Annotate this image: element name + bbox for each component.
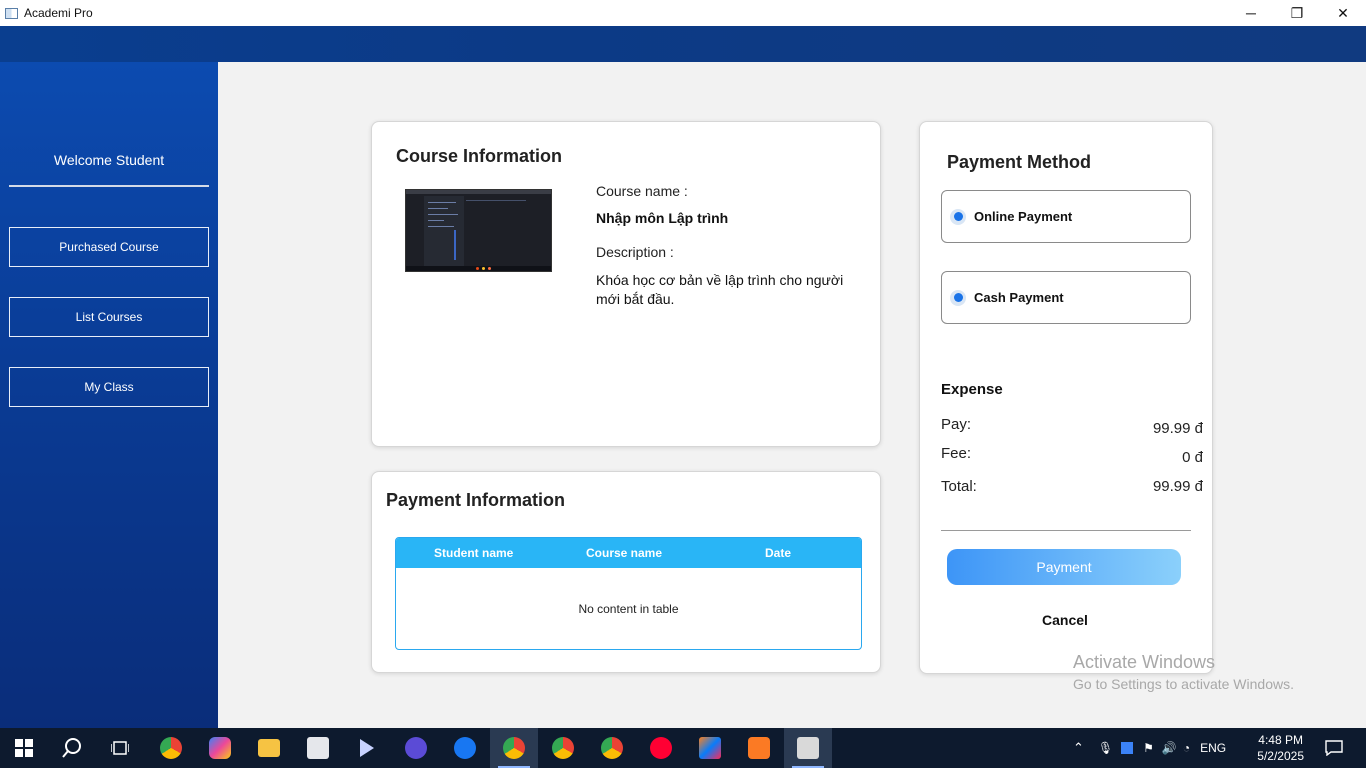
total-label: Total: [941,478,977,495]
xampp-icon [748,737,770,759]
messenger-icon [454,737,476,759]
sidebar-item-list-courses[interactable]: List Courses [9,297,209,337]
task-view-button[interactable] [96,728,144,768]
cash-payment-option[interactable]: Cash Payment [941,271,1191,324]
java-app-icon [797,737,819,759]
app-tray-icon[interactable] [1121,742,1134,754]
payment-table: Student name Course name Date No content… [395,537,862,650]
course-thumbnail [405,189,552,272]
online-payment-radio[interactable] [950,208,966,225]
taskbar-app-4[interactable] [294,728,342,768]
table-header: Student name Course name Date [396,538,861,568]
language-indicator[interactable]: ENG [1200,741,1226,755]
table-empty-message: No content in table [578,602,679,616]
windows-icon [15,739,33,757]
fee-label: Fee: [941,445,972,462]
online-payment-label: Online Payment [974,209,1073,224]
header-band [0,26,1366,62]
course-info-title: Course Information [396,146,563,166]
title-bar: Academi Pro ─ ❐ ✕ [0,0,1366,26]
taskbar-youtube-music[interactable] [637,728,685,768]
minimize-button[interactable]: ─ [1228,0,1274,26]
chrome-icon [503,737,525,759]
taskbar: ⌃ 🎙 ⚑ 🔊 ◔ ENG 4:48 PM 5/2/2025 [0,728,1366,768]
network-icon[interactable]: ⚑ [1143,741,1154,755]
online-payment-option[interactable]: Online Payment [941,190,1191,243]
clock-date: 5/2/2025 [1257,749,1304,763]
taskbar-media-player[interactable] [392,728,440,768]
app-grid-icon [307,737,329,759]
fee-value: 0 đ [1182,449,1203,466]
taskbar-xampp[interactable] [735,728,783,768]
taskbar-app-5[interactable] [343,728,391,768]
cash-payment-label: Cash Payment [974,290,1064,305]
column-date[interactable]: Date [765,546,791,560]
chevron-up-icon[interactable]: ⌃ [1073,740,1084,756]
notification-icon [1325,740,1343,756]
search-icon [62,738,81,758]
sidebar-item-my-class[interactable]: My Class [9,367,209,407]
window-title: Academi Pro [24,6,93,20]
app-icon [5,7,18,19]
window-controls: ─ ❐ ✕ [1228,0,1366,26]
taskbar-intellij[interactable] [686,728,734,768]
task-view-icon [111,741,129,755]
taskbar-messenger[interactable] [441,728,489,768]
watermark-line-2: Go to Settings to activate Windows. [1073,676,1294,692]
taskbar-chrome-3[interactable] [539,728,587,768]
close-button[interactable]: ✕ [1320,0,1366,26]
sidebar: Welcome Student Purchased Course List Co… [0,62,218,728]
sidebar-item-purchased-course[interactable]: Purchased Course [9,227,209,267]
activate-windows-watermark: Activate Windows Go to Settings to activ… [1073,652,1294,692]
payment-info-card: Payment Information Student name Course … [371,471,881,673]
search-button[interactable] [48,728,96,768]
youtube-music-icon [650,737,672,759]
pay-value: 99.99 đ [1152,420,1203,437]
course-name-label: Course name : [596,183,688,199]
payment-button[interactable]: Payment [947,549,1181,585]
total-value: 99.99 đ [1152,478,1203,495]
taskbar-chrome-4[interactable] [588,728,636,768]
pay-label: Pay: [941,416,972,433]
system-tray: ⌃ 🎙 ⚑ 🔊 ◔ ENG [1073,728,1226,768]
chrome-icon [552,737,574,759]
taskbar-copilot[interactable] [196,728,244,768]
folder-icon [258,739,280,757]
expense-title: Expense [941,381,1003,398]
maximize-button[interactable]: ❐ [1274,0,1320,26]
cursor-icon [360,739,374,757]
course-name-value: Nhập môn Lập trình [596,210,729,226]
taskbar-java-app[interactable] [784,728,832,768]
column-student-name[interactable]: Student name [434,546,513,560]
column-course-name[interactable]: Course name [586,546,662,560]
watermark-line-1: Activate Windows [1073,652,1216,672]
volume-icon[interactable]: 🔊 [1162,741,1177,755]
payment-info-title: Payment Information [386,490,566,510]
cash-payment-radio[interactable] [950,289,966,306]
notification-button[interactable] [1310,728,1358,768]
welcome-text: Welcome Student [53,152,165,168]
chrome-icon [601,737,623,759]
clock-time: 4:48 PM [1258,733,1303,747]
payment-method-card: Payment Method Online Payment Cash Payme… [919,121,1213,674]
description-label: Description : [596,244,674,260]
taskbar-file-explorer[interactable] [245,728,293,768]
intellij-icon [699,737,721,759]
description-value: Khóa học cơ bản về lập trình cho người m… [596,272,844,307]
chrome-icon [160,737,182,759]
start-button[interactable] [0,728,48,768]
taskbar-chrome-2[interactable] [490,728,538,768]
wifi-icon[interactable]: ◔ [1183,741,1190,755]
clock[interactable]: 4:48 PM 5/2/2025 [1257,732,1304,764]
welcome-divider [9,185,209,187]
cancel-button[interactable]: Cancel [1015,612,1115,628]
play-icon [405,737,427,759]
taskbar-chrome-1[interactable] [147,728,195,768]
payment-method-title: Payment Method [947,152,1092,172]
copilot-icon [209,737,231,759]
microphone-icon[interactable]: 🎙 [1098,741,1113,755]
expense-divider [941,530,1191,531]
course-info-card: Course Information Course name : Nhập mô… [371,121,881,447]
